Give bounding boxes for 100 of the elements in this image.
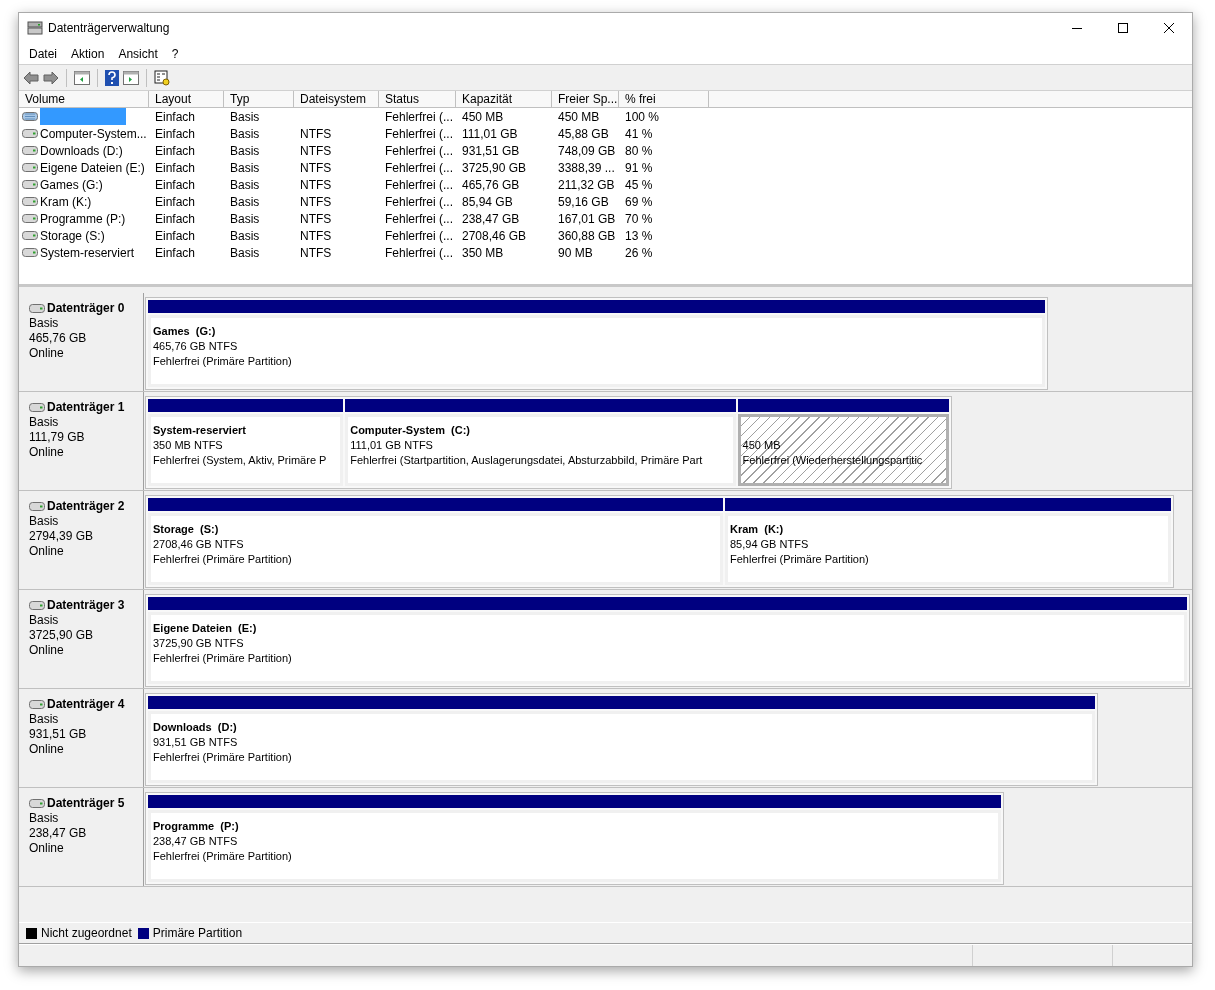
- volume-row[interactable]: Kram (K:) Einfach Basis NTFS Fehlerfrei (... 85,94 GB 59,16 GB 69 %: [19, 193, 1192, 210]
- table-cell: 100 %: [625, 109, 660, 124]
- table-cell: Basis: [230, 160, 260, 175]
- disk-type: Basis: [29, 514, 60, 529]
- partition-block[interactable]: Kram (K:) 85,94 GB NTFS Fehlerfrei (Primäre Partition): [725, 513, 1172, 585]
- disk-size: 465,76 GB: [29, 331, 88, 346]
- partition-status: Fehlerfrei (Primäre Partition): [153, 651, 293, 666]
- panel-icon[interactable]: [123, 70, 139, 85]
- table-cell: Fehlerfrei (...: [385, 160, 453, 175]
- drive-icon: [29, 700, 45, 709]
- partition-block[interactable]: Downloads (D:) 931,51 GB NTFS Fehlerfrei (Primäre Partition): [148, 711, 1096, 783]
- table-cell: Basis: [230, 143, 260, 158]
- table-cell: Einfach: [155, 126, 196, 141]
- table-cell: Fehlerfrei (...: [385, 109, 453, 124]
- menu-item[interactable]: Aktion: [64, 44, 112, 63]
- drive-icon: [22, 197, 38, 206]
- table-cell: Einfach: [155, 177, 196, 192]
- column-header[interactable]: Kapazität: [456, 91, 552, 107]
- drive-icon: [22, 112, 38, 121]
- table-cell: Fehlerfrei (...: [385, 194, 453, 209]
- volume-row[interactable]: Eigene Dateien (E:) Einfach Basis NTFS Fehlerfrei (... 3725,90 GB 3388,39 ... 91 %: [19, 159, 1192, 176]
- menu-item[interactable]: Datei: [22, 44, 64, 63]
- table-cell: NTFS: [300, 228, 332, 243]
- partition-size: 85,94 GB NTFS: [730, 537, 810, 552]
- disk-name: Datenträger 4: [47, 697, 125, 712]
- table-cell: Fehlerfrei (...: [385, 228, 453, 243]
- volume-row[interactable]: System-reserviert Einfach Basis NTFS Fehlerfrei (... 350 MB 90 MB 26 %: [19, 244, 1192, 261]
- table-cell: 69 %: [625, 194, 653, 209]
- column-header[interactable]: Status: [379, 91, 456, 107]
- window-title: Datenträgerverwaltung: [48, 20, 170, 37]
- table-cell: 450 MB: [462, 109, 504, 124]
- table-cell: 2708,46 GB: [462, 228, 527, 243]
- table-cell: Basis: [230, 211, 260, 226]
- volume-row[interactable]: Einfach Basis Fehlerfrei (... 450 MB 450 MB 100 %: [19, 108, 1192, 125]
- table-cell: Einfach: [155, 160, 196, 175]
- drive-icon: [22, 231, 38, 240]
- column-header[interactable]: Layout: [149, 91, 224, 107]
- table-cell: NTFS: [300, 160, 332, 175]
- menu-item[interactable]: Ansicht: [111, 44, 165, 63]
- drive-icon: [29, 502, 45, 511]
- table-cell: Fehlerfrei (...: [385, 126, 453, 141]
- column-header[interactable]: Freier Sp...: [552, 91, 619, 107]
- partition-block[interactable]: Games (G:) 465,76 GB NTFS Fehlerfrei (Primäre Partition): [148, 315, 1045, 387]
- properties-icon[interactable]: [154, 69, 170, 86]
- column-header[interactable]: Volume: [19, 91, 149, 107]
- disk-name: Datenträger 3: [47, 598, 125, 613]
- drive-icon: [22, 180, 38, 189]
- partition-name: Eigene Dateien (E:): [153, 621, 258, 636]
- volume-row[interactable]: Computer-System... Einfach Basis NTFS Fehlerfrei (... 111,01 GB 45,88 GB 41 %: [19, 125, 1192, 142]
- panel-icon[interactable]: [74, 70, 90, 85]
- partition-size: 350 MB NTFS: [153, 438, 224, 453]
- partition-block[interactable]: Computer-System (C:) 111,01 GB NTFS Fehlerfrei (Startpartition, Auslagerungsdatei, Absturzabbild, Primäre Part: [345, 414, 736, 486]
- volume-row[interactable]: Storage (S:) Einfach Basis NTFS Fehlerfrei (... 2708,46 GB 360,88 GB 13 %: [19, 227, 1192, 244]
- back-arrow-icon[interactable]: [23, 70, 39, 85]
- volume-row[interactable]: Games (G:) Einfach Basis NTFS Fehlerfrei (... 465,76 GB 211,32 GB 45 %: [19, 176, 1192, 193]
- partition-status: Fehlerfrei (Primäre Partition): [153, 552, 293, 567]
- volume-row[interactable]: Downloads (D:) Einfach Basis NTFS Fehlerfrei (... 931,51 GB 748,09 GB 80 %: [19, 142, 1192, 159]
- table-cell-text: Programme (P:): [40, 210, 126, 228]
- table-cell: 3725,90 GB: [462, 160, 527, 175]
- table-cell-text: Storage (S:): [40, 227, 105, 245]
- disk-state: Online: [29, 346, 65, 361]
- disk-name: Datenträger 2: [47, 499, 125, 514]
- table-cell: 59,16 GB: [558, 194, 609, 209]
- partition-name: System-reserviert: [153, 423, 247, 438]
- partition-size: 3725,90 GB NTFS: [153, 636, 245, 651]
- volume-row[interactable]: Programme (P:) Einfach Basis NTFS Fehlerfrei (... 238,47 GB 167,01 GB 70 %: [19, 210, 1192, 227]
- table-cell: 350 MB: [462, 245, 504, 260]
- table-cell-text: System-reserviert: [40, 244, 134, 262]
- partition-block[interactable]: Eigene Dateien (E:) 3725,90 GB NTFS Fehlerfrei (Primäre Partition): [148, 612, 1187, 684]
- partition-name: Kram (K:): [730, 522, 785, 537]
- disk-type: Basis: [29, 613, 60, 628]
- drive-icon: [29, 403, 45, 412]
- drive-icon: [29, 601, 45, 610]
- table-cell-text: Downloads (D:): [40, 142, 123, 160]
- table-cell: 238,47 GB: [462, 211, 520, 226]
- partition-size: 465,76 GB NTFS: [153, 339, 239, 354]
- column-header[interactable]: Typ: [224, 91, 294, 107]
- maximize-icon: [1118, 23, 1128, 33]
- disk-state: Online: [29, 841, 65, 856]
- disk-type: Basis: [29, 415, 60, 430]
- menu-item[interactable]: ?: [164, 44, 186, 63]
- legend-label: Primäre Partition: [152, 925, 243, 942]
- partition-block[interactable]: Programme (P:) 238,47 GB NTFS Fehlerfrei (Primäre Partition): [148, 810, 1001, 882]
- column-header[interactable]: Dateisystem: [294, 91, 379, 107]
- partition-block[interactable]: System-reserviert 350 MB NTFS Fehlerfrei (System, Aktiv, Primäre P: [148, 414, 344, 486]
- disk-state: Online: [29, 445, 65, 460]
- table-cell: Fehlerfrei (...: [385, 245, 453, 260]
- table-cell: 45,88 GB: [558, 126, 609, 141]
- partition-block[interactable]: 450 MB Fehlerfrei (Wiederherstellungspartitic: [737, 414, 949, 486]
- column-header[interactable]: % frei: [619, 91, 709, 107]
- table-cell: NTFS: [300, 245, 332, 260]
- partition-block[interactable]: Storage (S:) 2708,46 GB NTFS Fehlerfrei (Primäre Partition): [148, 513, 723, 585]
- table-cell: Fehlerfrei (...: [385, 211, 453, 226]
- help-icon[interactable]: [105, 69, 119, 86]
- table-cell: Basis: [230, 228, 260, 243]
- disk-name: Datenträger 1: [47, 400, 125, 415]
- close-icon: [1164, 23, 1174, 33]
- legend-label: Nicht zugeordnet: [41, 925, 132, 942]
- partition-size: 450 MB: [742, 438, 782, 453]
- forward-arrow-icon[interactable]: [43, 70, 59, 85]
